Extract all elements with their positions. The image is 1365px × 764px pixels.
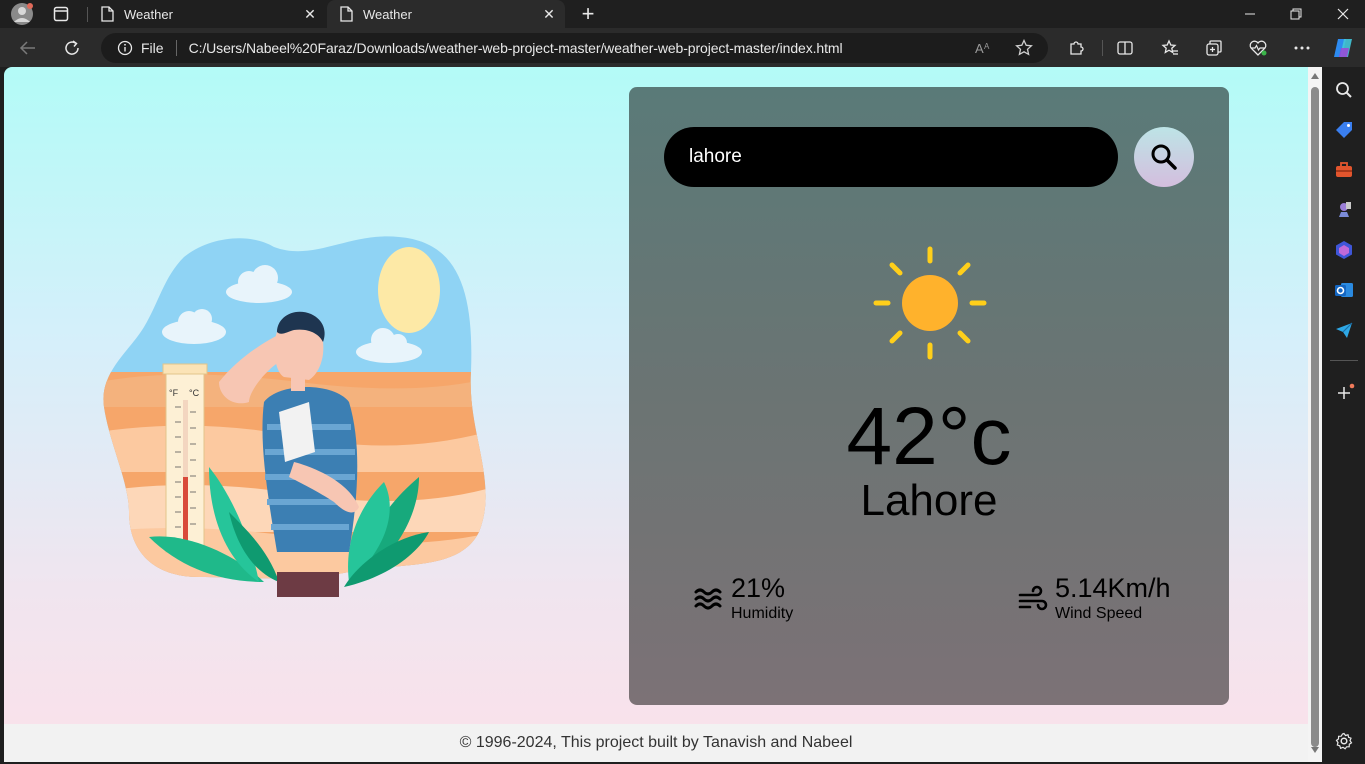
outlook-icon — [1335, 283, 1353, 297]
toolbox-icon — [1336, 162, 1352, 177]
page-viewport: °F °C lahore 42°c Lahore 21% Humidity 5.… — [4, 67, 1308, 762]
read-aloud-icon: A A — [975, 41, 990, 56]
browser-toolbar: File C:/Users/Nabeel%20Faraz/Downloads/w… — [0, 28, 1365, 67]
svg-text:°C: °C — [189, 388, 200, 398]
wind-speed-label: Wind Speed — [1055, 605, 1143, 622]
star-icon — [1015, 39, 1033, 56]
arrow-left-icon — [19, 41, 35, 55]
sidebar-send-button[interactable] — [1333, 319, 1355, 341]
address-separator — [175, 40, 177, 56]
sidebar-add-button[interactable] — [1333, 382, 1355, 404]
url-text[interactable]: C:/Users/Nabeel%20Faraz/Downloads/weathe… — [189, 40, 843, 56]
close-icon — [1337, 8, 1349, 20]
tab-strip: Weather ✕ Weather ✕ + — [0, 0, 1365, 28]
address-bar[interactable]: File C:/Users/Nabeel%20Faraz/Downloads/w… — [101, 33, 1048, 63]
heartbeat-icon — [1249, 40, 1267, 56]
gear-icon — [1335, 732, 1353, 750]
favorites-button[interactable] — [1158, 36, 1182, 60]
humidity-label: Humidity — [731, 605, 794, 622]
split-screen-button[interactable] — [1113, 36, 1137, 60]
sidebar-search-icon — [1336, 82, 1352, 98]
refresh-icon — [65, 40, 79, 55]
sidebar-games-button[interactable] — [1333, 199, 1355, 221]
tab-weather-2[interactable]: Weather ✕ — [327, 0, 565, 28]
page-footer: © 1996-2024, This project built by Tanav… — [4, 724, 1308, 762]
plus-icon: + — [581, 1, 595, 26]
footer-copyright-text: © 1996-2024, This project built by Tanav… — [459, 734, 853, 751]
more-horizontal-icon — [1294, 46, 1310, 50]
wind-icon — [1018, 585, 1048, 611]
svg-text:A: A — [984, 42, 990, 51]
sidebar-tools-button[interactable] — [1333, 159, 1355, 181]
page-icon — [340, 6, 353, 22]
humidity-waves-icon — [694, 588, 722, 610]
restore-icon — [1290, 8, 1302, 20]
close-tab-icon[interactable]: ✕ — [300, 4, 320, 24]
favorite-button[interactable] — [1012, 36, 1036, 60]
add-icon — [1338, 383, 1355, 399]
puzzle-icon — [1070, 41, 1084, 55]
scroll-up-arrow-icon[interactable] — [1311, 73, 1319, 79]
new-tab-button[interactable]: + — [575, 0, 601, 28]
back-button[interactable] — [13, 33, 43, 63]
copilot-button[interactable] — [1331, 36, 1355, 60]
tab-title: Weather — [124, 6, 173, 22]
sidebar-shopping-button[interactable] — [1333, 119, 1355, 141]
restore-button[interactable] — [1278, 0, 1314, 28]
scroll-down-arrow-icon[interactable] — [1311, 747, 1319, 753]
wind-stat: 5.14Km/h Wind Speed — [1017, 572, 1171, 624]
sidebar-outlook-button[interactable] — [1333, 279, 1355, 301]
humidity-value: 21% — [731, 573, 786, 603]
search-button[interactable] — [1134, 127, 1194, 187]
browser-essentials-button[interactable] — [1246, 36, 1270, 60]
sun-icon — [873, 246, 987, 360]
close-tab-icon[interactable]: ✕ — [539, 4, 559, 24]
sidebar-search-button[interactable] — [1333, 79, 1355, 101]
hot-weather-illustration: °F °C — [103, 236, 486, 597]
scrollbar-thumb[interactable] — [1311, 87, 1319, 747]
city-name: Lahore — [860, 476, 998, 525]
minimize-icon — [1245, 13, 1255, 15]
edge-sidebar — [1322, 67, 1365, 764]
site-info-button[interactable]: File — [117, 40, 164, 56]
page-icon — [101, 6, 114, 22]
wind-speed-value: 5.14Km/h — [1055, 573, 1171, 603]
tab-weather-1[interactable]: Weather ✕ — [88, 0, 326, 28]
sidebar-copilot-button[interactable] — [1333, 239, 1355, 261]
search-icon — [1151, 144, 1177, 170]
copilot-icon — [1334, 39, 1352, 57]
info-icon — [117, 40, 133, 56]
paper-plane-icon — [1336, 322, 1353, 338]
tab-actions-icon — [53, 6, 69, 22]
page-scrollbar[interactable] — [1308, 67, 1322, 762]
copilot-hex-icon — [1336, 241, 1352, 259]
profile-avatar-icon — [11, 3, 33, 25]
toolbar-separator — [1102, 40, 1103, 56]
extensions-button[interactable] — [1065, 36, 1089, 60]
split-screen-icon — [1117, 41, 1133, 55]
refresh-button[interactable] — [57, 33, 87, 63]
sidebar-settings-button[interactable] — [1333, 730, 1355, 752]
svg-text:°F: °F — [169, 388, 179, 398]
weather-card: 42°c Lahore 21% Humidity — [629, 87, 1229, 705]
file-scheme-label: File — [141, 40, 164, 56]
browser-window: Weather ✕ Weather ✕ + File C:/Users/Nabe… — [0, 0, 1365, 764]
tab-actions-button[interactable] — [48, 0, 74, 28]
read-aloud-button[interactable]: A A — [972, 36, 996, 60]
tab-title: Weather — [363, 6, 412, 22]
close-window-button[interactable] — [1325, 0, 1361, 28]
temperature-display: 42°c — [846, 391, 1012, 482]
collections-icon — [1206, 40, 1222, 56]
minimize-button[interactable] — [1232, 0, 1268, 28]
humidity-stat: 21% Humidity — [693, 572, 793, 624]
favorites-star-icon — [1161, 39, 1178, 55]
shopping-tag-icon — [1336, 122, 1352, 138]
chess-piece-icon — [1339, 202, 1351, 217]
settings-more-button[interactable] — [1290, 36, 1314, 60]
sidebar-separator — [1330, 360, 1358, 361]
profile-avatar-button[interactable] — [6, 0, 38, 28]
city-search-input[interactable] — [664, 127, 1118, 187]
collections-button[interactable] — [1202, 36, 1226, 60]
svg-text:A: A — [975, 41, 984, 56]
